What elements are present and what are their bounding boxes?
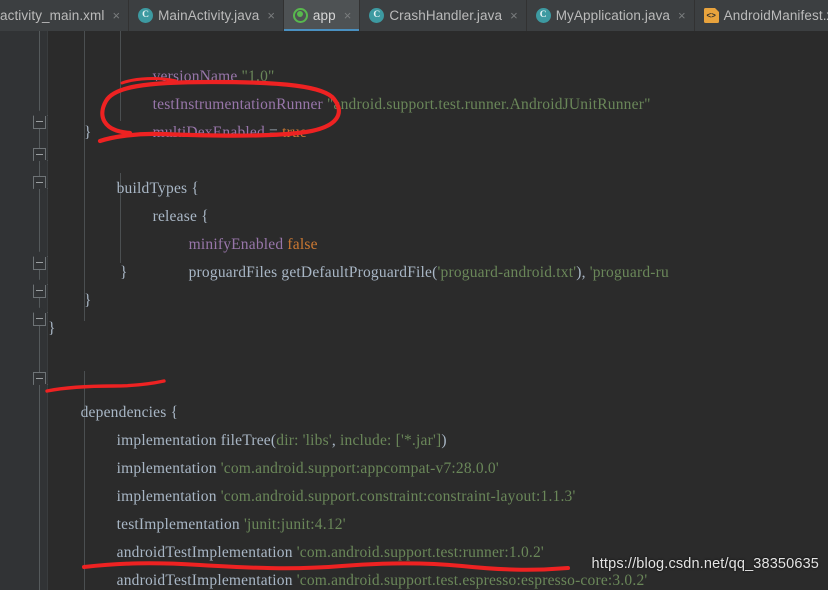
fold-spine xyxy=(39,129,40,149)
fold-spine xyxy=(39,161,40,177)
tab-mainactivity-java[interactable]: C MainActivity.java × xyxy=(129,0,284,31)
tab-myapplication-java[interactable]: C MyApplication.java × xyxy=(526,0,695,31)
fold-marker-dependencies[interactable] xyxy=(33,372,46,385)
gradle-icon xyxy=(292,8,308,23)
tab-app-gradle[interactable]: app × xyxy=(283,0,361,31)
code-editor[interactable]: versionName "1.0" testInstrumentationRun… xyxy=(0,31,828,590)
fold-marker-buildtypes-end[interactable] xyxy=(33,285,46,298)
code-line-dep-test-runner: androidTestImplementation 'com.android.s… xyxy=(84,511,544,561)
tab-label: app xyxy=(312,8,336,23)
fold-spine xyxy=(39,31,40,123)
code-line-dependencies: dependencies { xyxy=(80,404,179,421)
tab-label: MainActivity.java xyxy=(158,8,260,23)
java-class-icon: C xyxy=(535,8,551,23)
android-studio-window: activity_main.xml × C MainActivity.java … xyxy=(0,0,828,590)
token-string: 'proguard-ru xyxy=(589,264,669,281)
tab-activity-main-xml[interactable]: activity_main.xml × xyxy=(0,0,130,31)
code-line-test-instrumentation-runner: testInstrumentationRunner "android.suppo… xyxy=(120,63,651,113)
code-line-build-types: buildTypes { xyxy=(116,180,199,197)
fold-spine xyxy=(39,326,40,374)
code-line-dep-junit: testImplementation 'junit:junit:4.12' xyxy=(84,483,346,533)
code-line-dep-filetree: implementation fileTree(dir: 'libs', inc… xyxy=(116,432,447,449)
code-line-dep-appcompat: implementation 'com.android.support:appc… xyxy=(84,427,499,477)
code-line-minify-enabled: minifyEnabled false xyxy=(156,203,318,253)
java-class-icon: C xyxy=(138,8,154,23)
tab-label: activity_main.xml xyxy=(0,8,105,23)
code-line-close-release: } xyxy=(120,264,128,281)
token-operator: = xyxy=(269,124,278,141)
tab-close-icon[interactable]: × xyxy=(677,9,687,22)
token-method: getDefaultProguardFile xyxy=(281,264,433,281)
token-string: "android.support.test.runner.AndroidJUni… xyxy=(327,96,651,113)
fold-spine xyxy=(39,385,40,590)
code-line-dep-multidex: implementation 'com.android.support:mult… xyxy=(84,567,457,590)
watermark-url: https://blog.csdn.net/qq_38350635 xyxy=(591,556,819,572)
tab-close-icon[interactable]: × xyxy=(111,9,121,22)
token-property: multiDexEnabled xyxy=(152,124,265,141)
code-line-multidex-enabled: multiDexEnabled = true xyxy=(120,91,307,141)
code-line-close-default-config: } xyxy=(84,124,92,141)
fold-marker-android-end[interactable] xyxy=(33,313,46,326)
tab-label: CrashHandler.java xyxy=(389,8,503,23)
tab-crashhandler-java[interactable]: C CrashHandler.java × xyxy=(360,0,527,31)
tab-close-icon[interactable]: × xyxy=(343,9,353,22)
fold-marker-release-end[interactable] xyxy=(33,257,46,270)
code-line-close-android: } xyxy=(48,320,56,337)
fold-marker-release[interactable] xyxy=(33,176,46,189)
fold-marker-default-config[interactable] xyxy=(33,116,46,129)
xml-file-icon xyxy=(703,8,719,23)
fold-spine xyxy=(39,189,40,259)
code-line-dep-constraint-layout: implementation 'com.android.support.cons… xyxy=(84,455,576,505)
code-surface[interactable]: versionName "1.0" testInstrumentationRun… xyxy=(48,31,828,590)
code-line-dep-espresso: androidTestImplementation 'com.android.s… xyxy=(84,539,648,589)
code-line-proguard-files: proguardFiles getDefaultProguardFile('pr… xyxy=(188,264,669,281)
tab-close-icon[interactable]: × xyxy=(266,9,276,22)
token-property: proguardFiles xyxy=(188,264,278,281)
code-line-version-name: versionName "1.0" xyxy=(120,35,275,85)
fold-marker-buildtypes[interactable] xyxy=(33,148,46,161)
java-class-icon: C xyxy=(369,8,385,23)
code-line-release: release { xyxy=(152,208,209,225)
tab-label: AndroidManifest.xml xyxy=(723,8,828,23)
tab-close-icon[interactable]: × xyxy=(509,9,519,22)
tab-label: MyApplication.java xyxy=(555,8,671,23)
editor-tab-bar: activity_main.xml × C MainActivity.java … xyxy=(0,0,828,31)
token-string: 'proguard-android.txt' xyxy=(437,264,577,281)
tab-androidmanifest-xml[interactable]: AndroidManifest.xml × xyxy=(694,0,828,31)
code-line-close-build-types: } xyxy=(84,292,92,309)
token-boolean: true xyxy=(282,124,307,141)
